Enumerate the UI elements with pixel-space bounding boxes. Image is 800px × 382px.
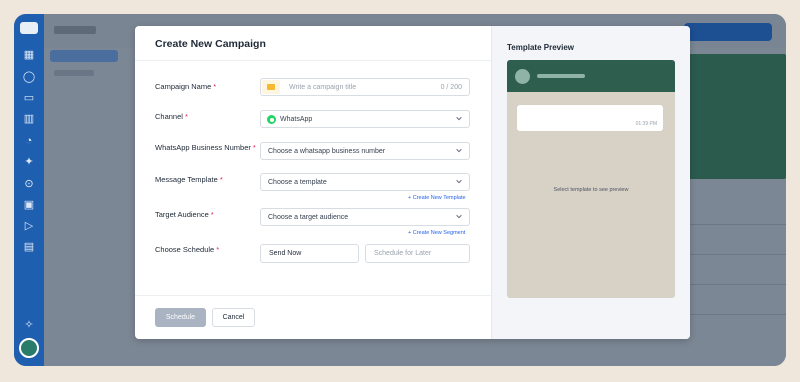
whatsapp-icon bbox=[267, 115, 276, 124]
chevron-down-icon bbox=[456, 116, 462, 121]
campaign-name-label-text: Campaign Name bbox=[155, 82, 212, 91]
cancel-button[interactable]: Cancel bbox=[212, 308, 255, 327]
background-table-row bbox=[684, 314, 786, 315]
message-template-select[interactable]: Choose a template bbox=[260, 173, 470, 191]
bot-icon[interactable]: ▤ bbox=[22, 240, 36, 254]
preview-empty-message: Select template to see preview bbox=[553, 187, 629, 193]
background-primary-button bbox=[684, 23, 772, 41]
business-number-placeholder: Choose a whatsapp business number bbox=[268, 148, 386, 155]
target-audience-label-text: Target Audience bbox=[155, 210, 209, 219]
sidebar-rail: ▦ ◯ ▭ ▥ ◔ ✦ ⊙ ▣ ▷ ▤ ✧ bbox=[14, 14, 44, 366]
message-template-placeholder: Choose a template bbox=[268, 179, 327, 186]
required-mark: * bbox=[252, 143, 256, 152]
folder-icon bbox=[262, 80, 280, 94]
contact-avatar bbox=[515, 69, 530, 84]
contacts-icon[interactable]: ▣ bbox=[22, 198, 36, 212]
background-table-row bbox=[684, 224, 786, 225]
channel-value: WhatsApp bbox=[280, 116, 313, 123]
schedule-label-text: Choose Schedule bbox=[155, 245, 215, 254]
grid-icon[interactable]: ▦ bbox=[22, 48, 36, 62]
required-mark: * bbox=[184, 112, 188, 121]
gift-icon[interactable]: ✧ bbox=[22, 318, 36, 332]
phone-preview: 01:39 PM Select template to see preview bbox=[507, 60, 675, 298]
modal-title: Create New Campaign bbox=[155, 38, 266, 50]
send-now-option[interactable]: Send Now bbox=[260, 244, 359, 263]
chat-icon[interactable]: ◯ bbox=[22, 70, 36, 84]
character-counter: 0 / 200 bbox=[440, 84, 462, 91]
channel-label-text: Channel bbox=[155, 112, 183, 121]
campaign-name-label: Campaign Name * bbox=[155, 82, 216, 91]
template-preview-panel: Template Preview 01:39 PM Select templat… bbox=[491, 26, 690, 339]
target-audience-placeholder: Choose a target audience bbox=[268, 214, 349, 221]
schedule-later-option[interactable]: Schedule for Later bbox=[365, 244, 470, 263]
preview-title: Template Preview bbox=[507, 43, 574, 52]
user-avatar[interactable] bbox=[19, 338, 39, 358]
palette-icon[interactable]: ◔ bbox=[22, 134, 36, 148]
message-bubble: 01:39 PM bbox=[517, 105, 663, 131]
chevron-down-icon bbox=[456, 214, 462, 219]
app-logo bbox=[20, 22, 38, 34]
send-now-label: Send Now bbox=[269, 250, 302, 257]
title-divider bbox=[135, 60, 491, 61]
campaign-form: Create New Campaign Campaign Name * Write… bbox=[135, 26, 491, 339]
chat-header bbox=[507, 60, 675, 92]
campaign-icon[interactable]: ▷ bbox=[22, 219, 36, 233]
background-nav-item bbox=[50, 50, 118, 62]
chevron-down-icon bbox=[456, 179, 462, 184]
background-nav-item bbox=[54, 70, 94, 76]
message-template-label-text: Message Template bbox=[155, 175, 218, 184]
background-title bbox=[54, 26, 96, 34]
schedule-later-label: Schedule for Later bbox=[374, 250, 432, 257]
campaign-name-input[interactable]: Write a campaign title 0 / 200 bbox=[260, 78, 470, 96]
channel-select[interactable]: WhatsApp bbox=[260, 110, 470, 128]
business-number-label-text: WhatsApp Business Number bbox=[155, 143, 251, 152]
create-segment-link[interactable]: + Create New Segment bbox=[408, 230, 465, 236]
plug-icon[interactable]: ✦ bbox=[22, 155, 36, 169]
business-number-select[interactable]: Choose a whatsapp business number bbox=[260, 142, 470, 160]
target-audience-select[interactable]: Choose a target audience bbox=[260, 208, 470, 226]
schedule-button[interactable]: Schedule bbox=[155, 308, 206, 327]
message-time: 01:39 PM bbox=[635, 121, 657, 127]
chart-icon[interactable]: ▥ bbox=[22, 112, 36, 126]
ticket-icon[interactable]: ▭ bbox=[22, 91, 36, 105]
message-template-label: Message Template * bbox=[155, 175, 223, 184]
contact-name-placeholder bbox=[537, 74, 585, 78]
chevron-down-icon bbox=[456, 148, 462, 153]
target-audience-label: Target Audience * bbox=[155, 210, 214, 219]
campaign-name-placeholder: Write a campaign title bbox=[289, 84, 357, 91]
required-mark: * bbox=[213, 82, 217, 91]
schedule-label: Choose Schedule * bbox=[155, 245, 219, 254]
create-template-link[interactable]: + Create New Template bbox=[408, 195, 466, 201]
channel-label: Channel * bbox=[155, 112, 188, 121]
business-number-label: WhatsApp Business Number * bbox=[155, 143, 256, 152]
background-table-row bbox=[684, 254, 786, 255]
settings-icon[interactable]: ⊙ bbox=[22, 177, 36, 191]
required-mark: * bbox=[216, 245, 220, 254]
background-table-row bbox=[684, 284, 786, 285]
footer-divider bbox=[135, 295, 491, 296]
create-campaign-modal: Create New Campaign Campaign Name * Write… bbox=[135, 26, 690, 339]
required-mark: * bbox=[210, 210, 214, 219]
required-mark: * bbox=[219, 175, 223, 184]
